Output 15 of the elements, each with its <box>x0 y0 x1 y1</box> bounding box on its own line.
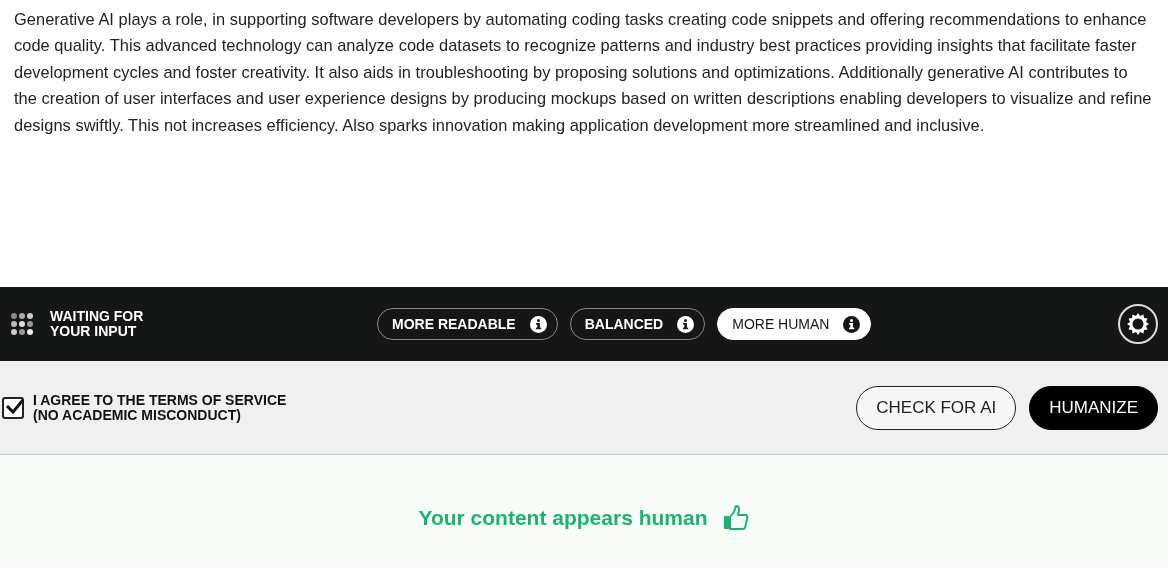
settings-button[interactable] <box>1118 304 1158 344</box>
agree-label: I AGREE TO THE TERMS OF SERVICE (NO ACADEMIC MISCONDUCT) <box>33 392 287 423</box>
settings-icon <box>1125 311 1151 337</box>
grid-dots-icon <box>10 312 34 336</box>
info-icon <box>529 315 547 333</box>
check-button[interactable]: CHECK FOR AI <box>856 385 1017 430</box>
result-message: Your content appears human <box>418 505 708 530</box>
humanize-button[interactable]: HUMANIZE <box>1029 385 1158 430</box>
output-text: Generative AI plays a role, in supporting software developers by automating coding tasks creating code snippets and offering recommendations to enhance code quality. This advanced technology can analyze code datasets to recognize patterns and industry best practices providing insights that facilitate faster development cycles and foster creativity. It also aids in troubleshooting by proposing solutions and optimizations. Additionally generative AI contributes to the creation of user interfaces and user experience designs by producing mockups based on written descriptions enabling developers to visualize and refine designs swiftly. This not increases efficiency. Also sparks innovation making application development more streamlined and inclusive. <box>14 9 1153 136</box>
info-icon <box>677 315 695 333</box>
thumbs-up-icon <box>721 503 750 532</box>
info-icon <box>843 315 861 333</box>
status-text: WAITING FOR YOUR INPUT <box>50 309 144 339</box>
mode-tab[interactable]: MORE HUMAN <box>717 308 872 340</box>
agree-checkbox[interactable] <box>2 396 24 419</box>
